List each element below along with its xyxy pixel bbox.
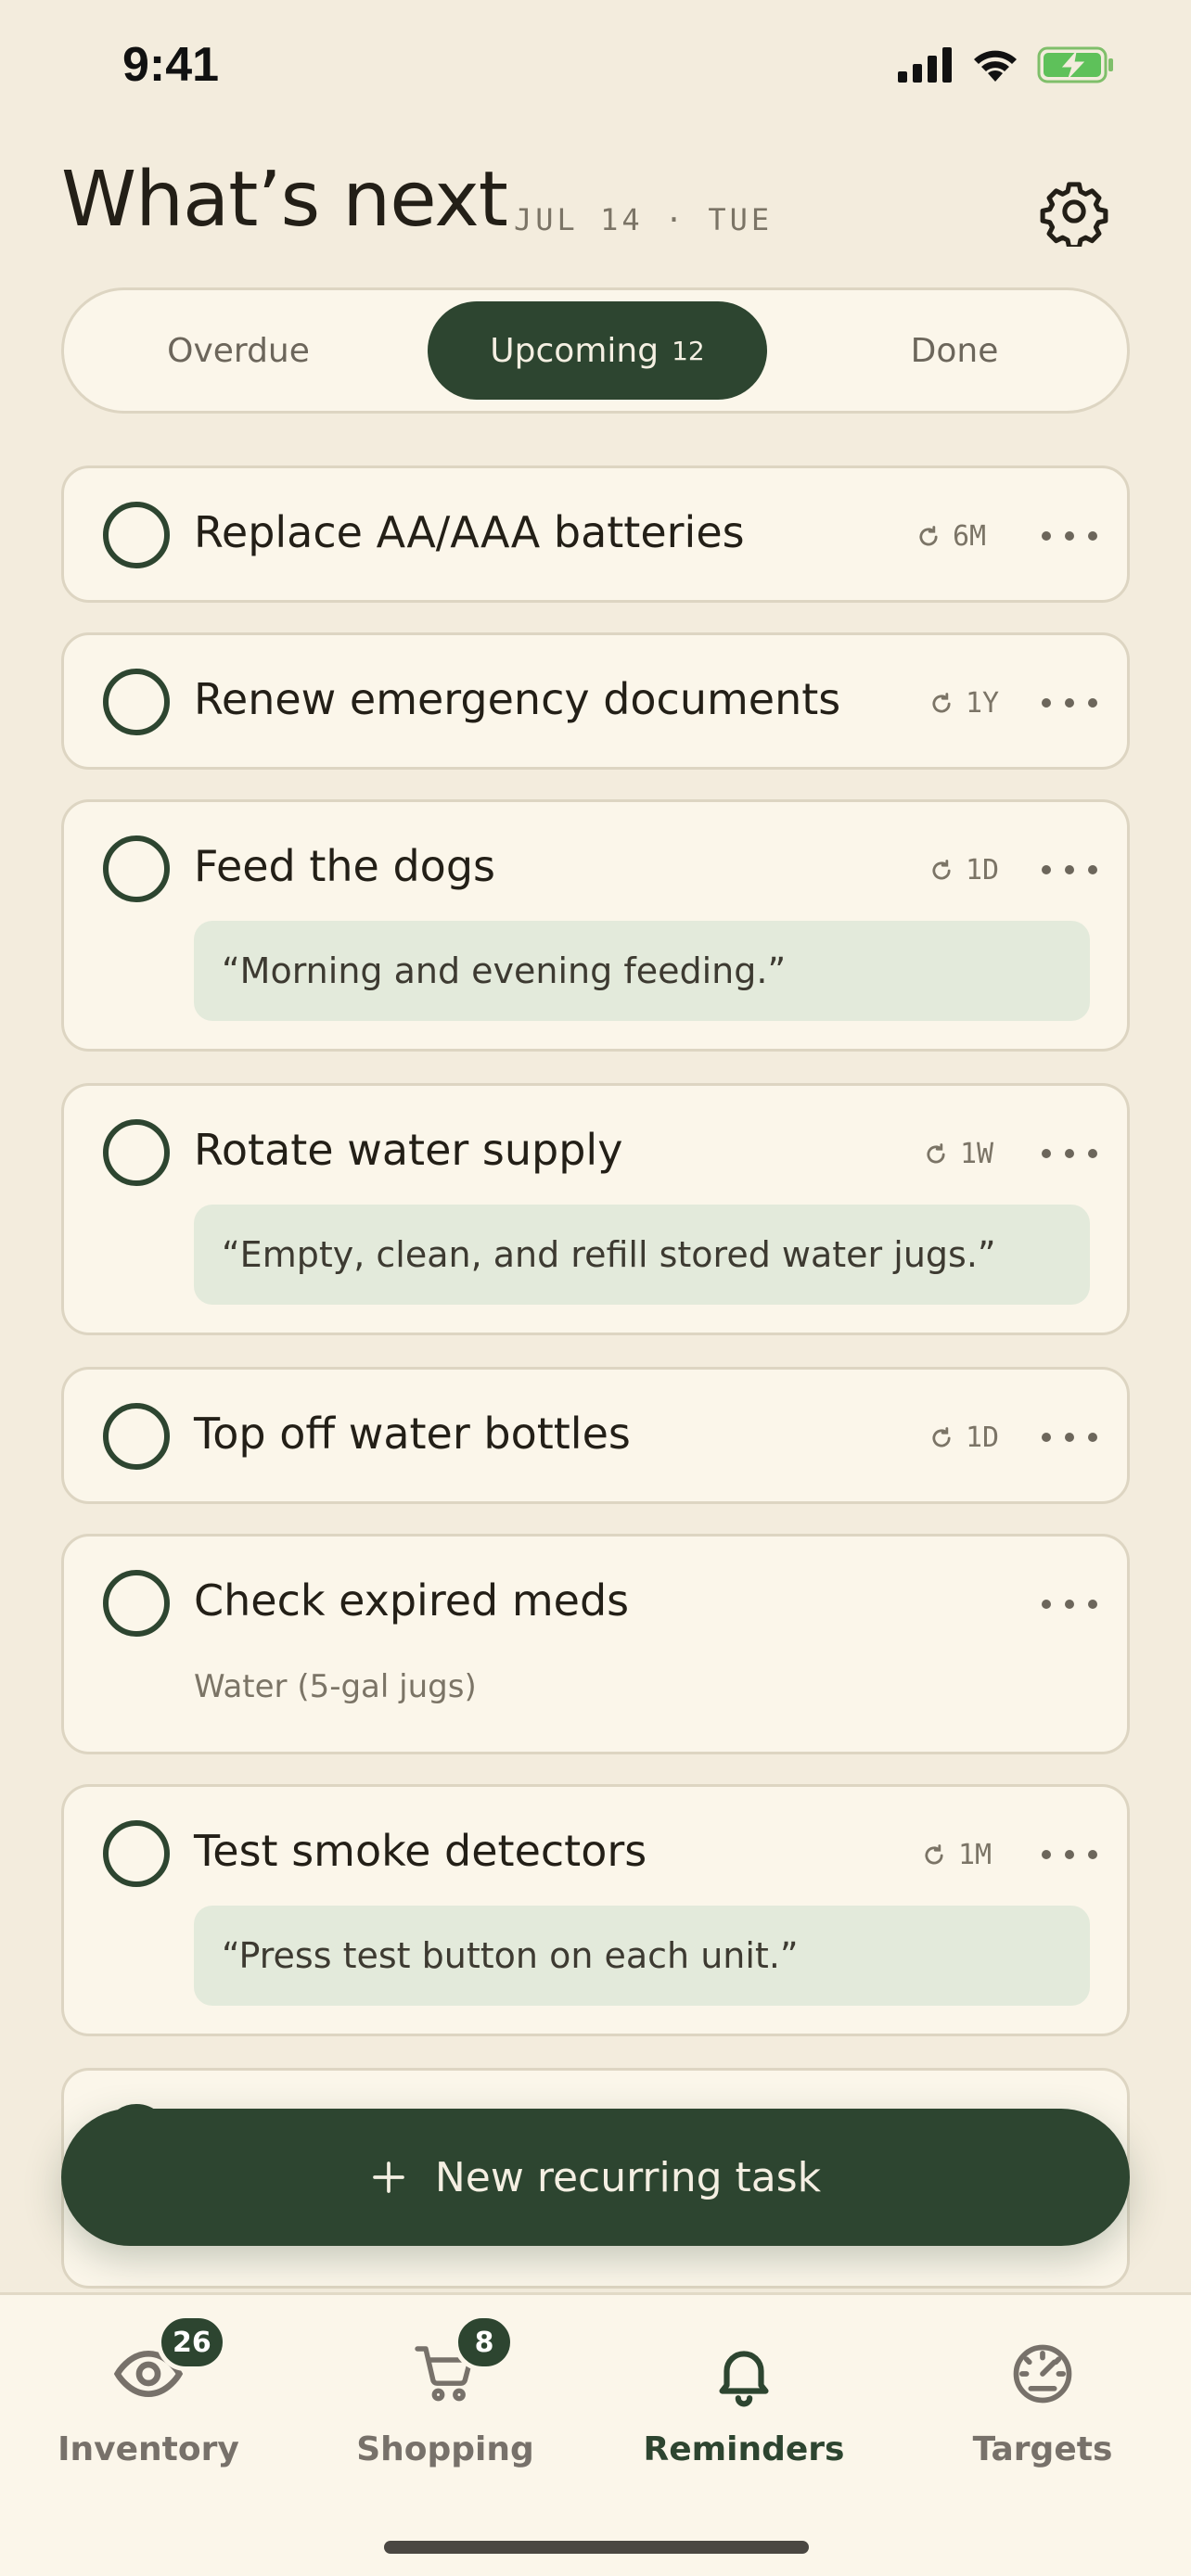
more-icon: [1042, 531, 1051, 541]
tab-overdue[interactable]: Overdue: [81, 301, 396, 400]
task-note: “Morning and evening feeding.”: [194, 921, 1090, 1021]
status-time: 9:41: [122, 38, 220, 92]
tab-upcoming[interactable]: Upcoming 12: [428, 301, 767, 400]
task-checkbox[interactable]: [103, 502, 170, 568]
more-icon: [1042, 1600, 1051, 1609]
more-options-button[interactable]: [1042, 691, 1097, 715]
tab-shopping[interactable]: 8 Shopping: [297, 2314, 594, 2480]
gauge-icon: [1013, 2344, 1072, 2404]
more-options-button[interactable]: [1042, 524, 1097, 548]
tab-overdue-label: Overdue: [167, 331, 310, 370]
task-note: “Press test button on each unit.”: [194, 1906, 1090, 2006]
wifi-icon: [974, 50, 1017, 82]
task-card[interactable]: Check expired meds Water (5-gal jugs): [61, 1534, 1130, 1754]
repeat-icon: [932, 692, 951, 712]
repeat-icon: [932, 1426, 951, 1447]
task-title: Rotate water supply: [194, 1125, 623, 1175]
task-title: Replace AA/AAA batteries: [194, 507, 745, 557]
recurrence-label: 1D: [966, 1422, 1000, 1454]
status-bar: 9:41: [0, 0, 1191, 130]
shopping-badge: 8: [454, 2314, 515, 2371]
task-subtitle: Water (5-gal jugs): [194, 1668, 477, 1705]
bottom-tab-bar: 26 Inventory 8 Shopping Reminders Target…: [0, 2292, 1191, 2576]
recurrence-label: 1M: [958, 1839, 992, 1871]
tab-targets[interactable]: Targets: [894, 2332, 1191, 2480]
recurrence-label: 1W: [960, 1138, 994, 1170]
task-card[interactable]: Rotate water supply 1W “Empty, clean, an…: [61, 1083, 1130, 1335]
recurrence-badge: 6M: [916, 520, 986, 553]
task-checkbox[interactable]: [103, 835, 170, 902]
recurrence-label: 1D: [966, 854, 1000, 886]
tab-shopping-label: Shopping: [356, 2430, 534, 2468]
new-recurring-task-button[interactable]: New recurring task: [61, 2109, 1130, 2246]
tab-upcoming-count: 12: [672, 335, 705, 366]
tab-inventory[interactable]: 26 Inventory: [0, 2314, 297, 2480]
more-options-button[interactable]: [1042, 1425, 1097, 1449]
task-card[interactable]: Feed the dogs 1D “Morning and evening fe…: [61, 799, 1130, 1052]
bell-icon: [719, 2351, 769, 2407]
more-options-button[interactable]: [1042, 1141, 1097, 1166]
recurrence-label: 1Y: [966, 687, 1000, 720]
repeat-icon: [919, 525, 938, 545]
task-title: Feed the dogs: [194, 841, 495, 891]
task-card[interactable]: Replace AA/AAA batteries 6M: [61, 465, 1130, 603]
recurrence-badge: 1Y: [928, 687, 999, 720]
recurrence-badge: 1M: [921, 1839, 992, 1871]
task-title: Check expired meds: [194, 1575, 630, 1626]
tab-inventory-label: Inventory: [58, 2430, 239, 2468]
task-checkbox[interactable]: [103, 1119, 170, 1186]
more-icon: [1042, 1850, 1051, 1859]
repeat-icon: [925, 1843, 943, 1864]
more-options-button[interactable]: [1042, 858, 1097, 882]
task-title: Test smoke detectors: [194, 1826, 647, 1876]
tab-done-label: Done: [910, 331, 999, 370]
more-icon: [1042, 698, 1051, 708]
task-checkbox[interactable]: [103, 669, 170, 735]
tab-targets-label: Targets: [972, 2430, 1113, 2468]
task-note: “Empty, clean, and refill stored water j…: [194, 1205, 1090, 1305]
plus-icon: [373, 2162, 404, 2193]
tab-reminders[interactable]: Reminders: [596, 2332, 892, 2480]
more-icon: [1042, 1433, 1051, 1442]
tab-upcoming-label: Upcoming: [490, 331, 660, 370]
home-indicator[interactable]: [384, 2541, 809, 2554]
repeat-icon: [927, 1142, 945, 1163]
more-options-button[interactable]: [1042, 1592, 1097, 1616]
page-title: What’s next: [61, 156, 508, 244]
task-checkbox[interactable]: [103, 1403, 170, 1470]
inventory-badge: 26: [157, 2314, 227, 2371]
tab-done[interactable]: Done: [797, 301, 1112, 400]
recurrence-badge: 1W: [923, 1138, 993, 1170]
more-icon: [1042, 865, 1051, 874]
page-date: JUL 14 · TUE: [514, 202, 774, 237]
task-card[interactable]: Renew emergency documents 1Y: [61, 632, 1130, 770]
repeat-icon: [932, 859, 951, 879]
task-title: Top off water bottles: [194, 1409, 631, 1459]
recurrence-label: 6M: [953, 520, 987, 553]
task-checkbox[interactable]: [103, 1570, 170, 1637]
recurrence-badge: 1D: [928, 854, 999, 886]
signal-icon: [898, 47, 952, 83]
new-recurring-task-label: New recurring task: [434, 2153, 822, 2201]
gear-icon: [1040, 182, 1108, 250]
task-checkbox[interactable]: [103, 1820, 170, 1887]
task-card[interactable]: Top off water bottles 1D: [61, 1367, 1130, 1504]
recurrence-badge: 1D: [928, 1422, 999, 1454]
status-icons: [898, 46, 1115, 83]
tab-reminders-label: Reminders: [643, 2430, 845, 2468]
more-icon: [1042, 1149, 1051, 1158]
task-card[interactable]: Test smoke detectors 1M “Press test butt…: [61, 1784, 1130, 2036]
settings-button[interactable]: [1039, 176, 1109, 250]
more-options-button[interactable]: [1042, 1843, 1097, 1867]
task-title: Renew emergency documents: [194, 674, 841, 724]
segmented-control: Overdue Upcoming 12 Done: [61, 287, 1130, 414]
battery-charging-icon: [1037, 46, 1113, 83]
